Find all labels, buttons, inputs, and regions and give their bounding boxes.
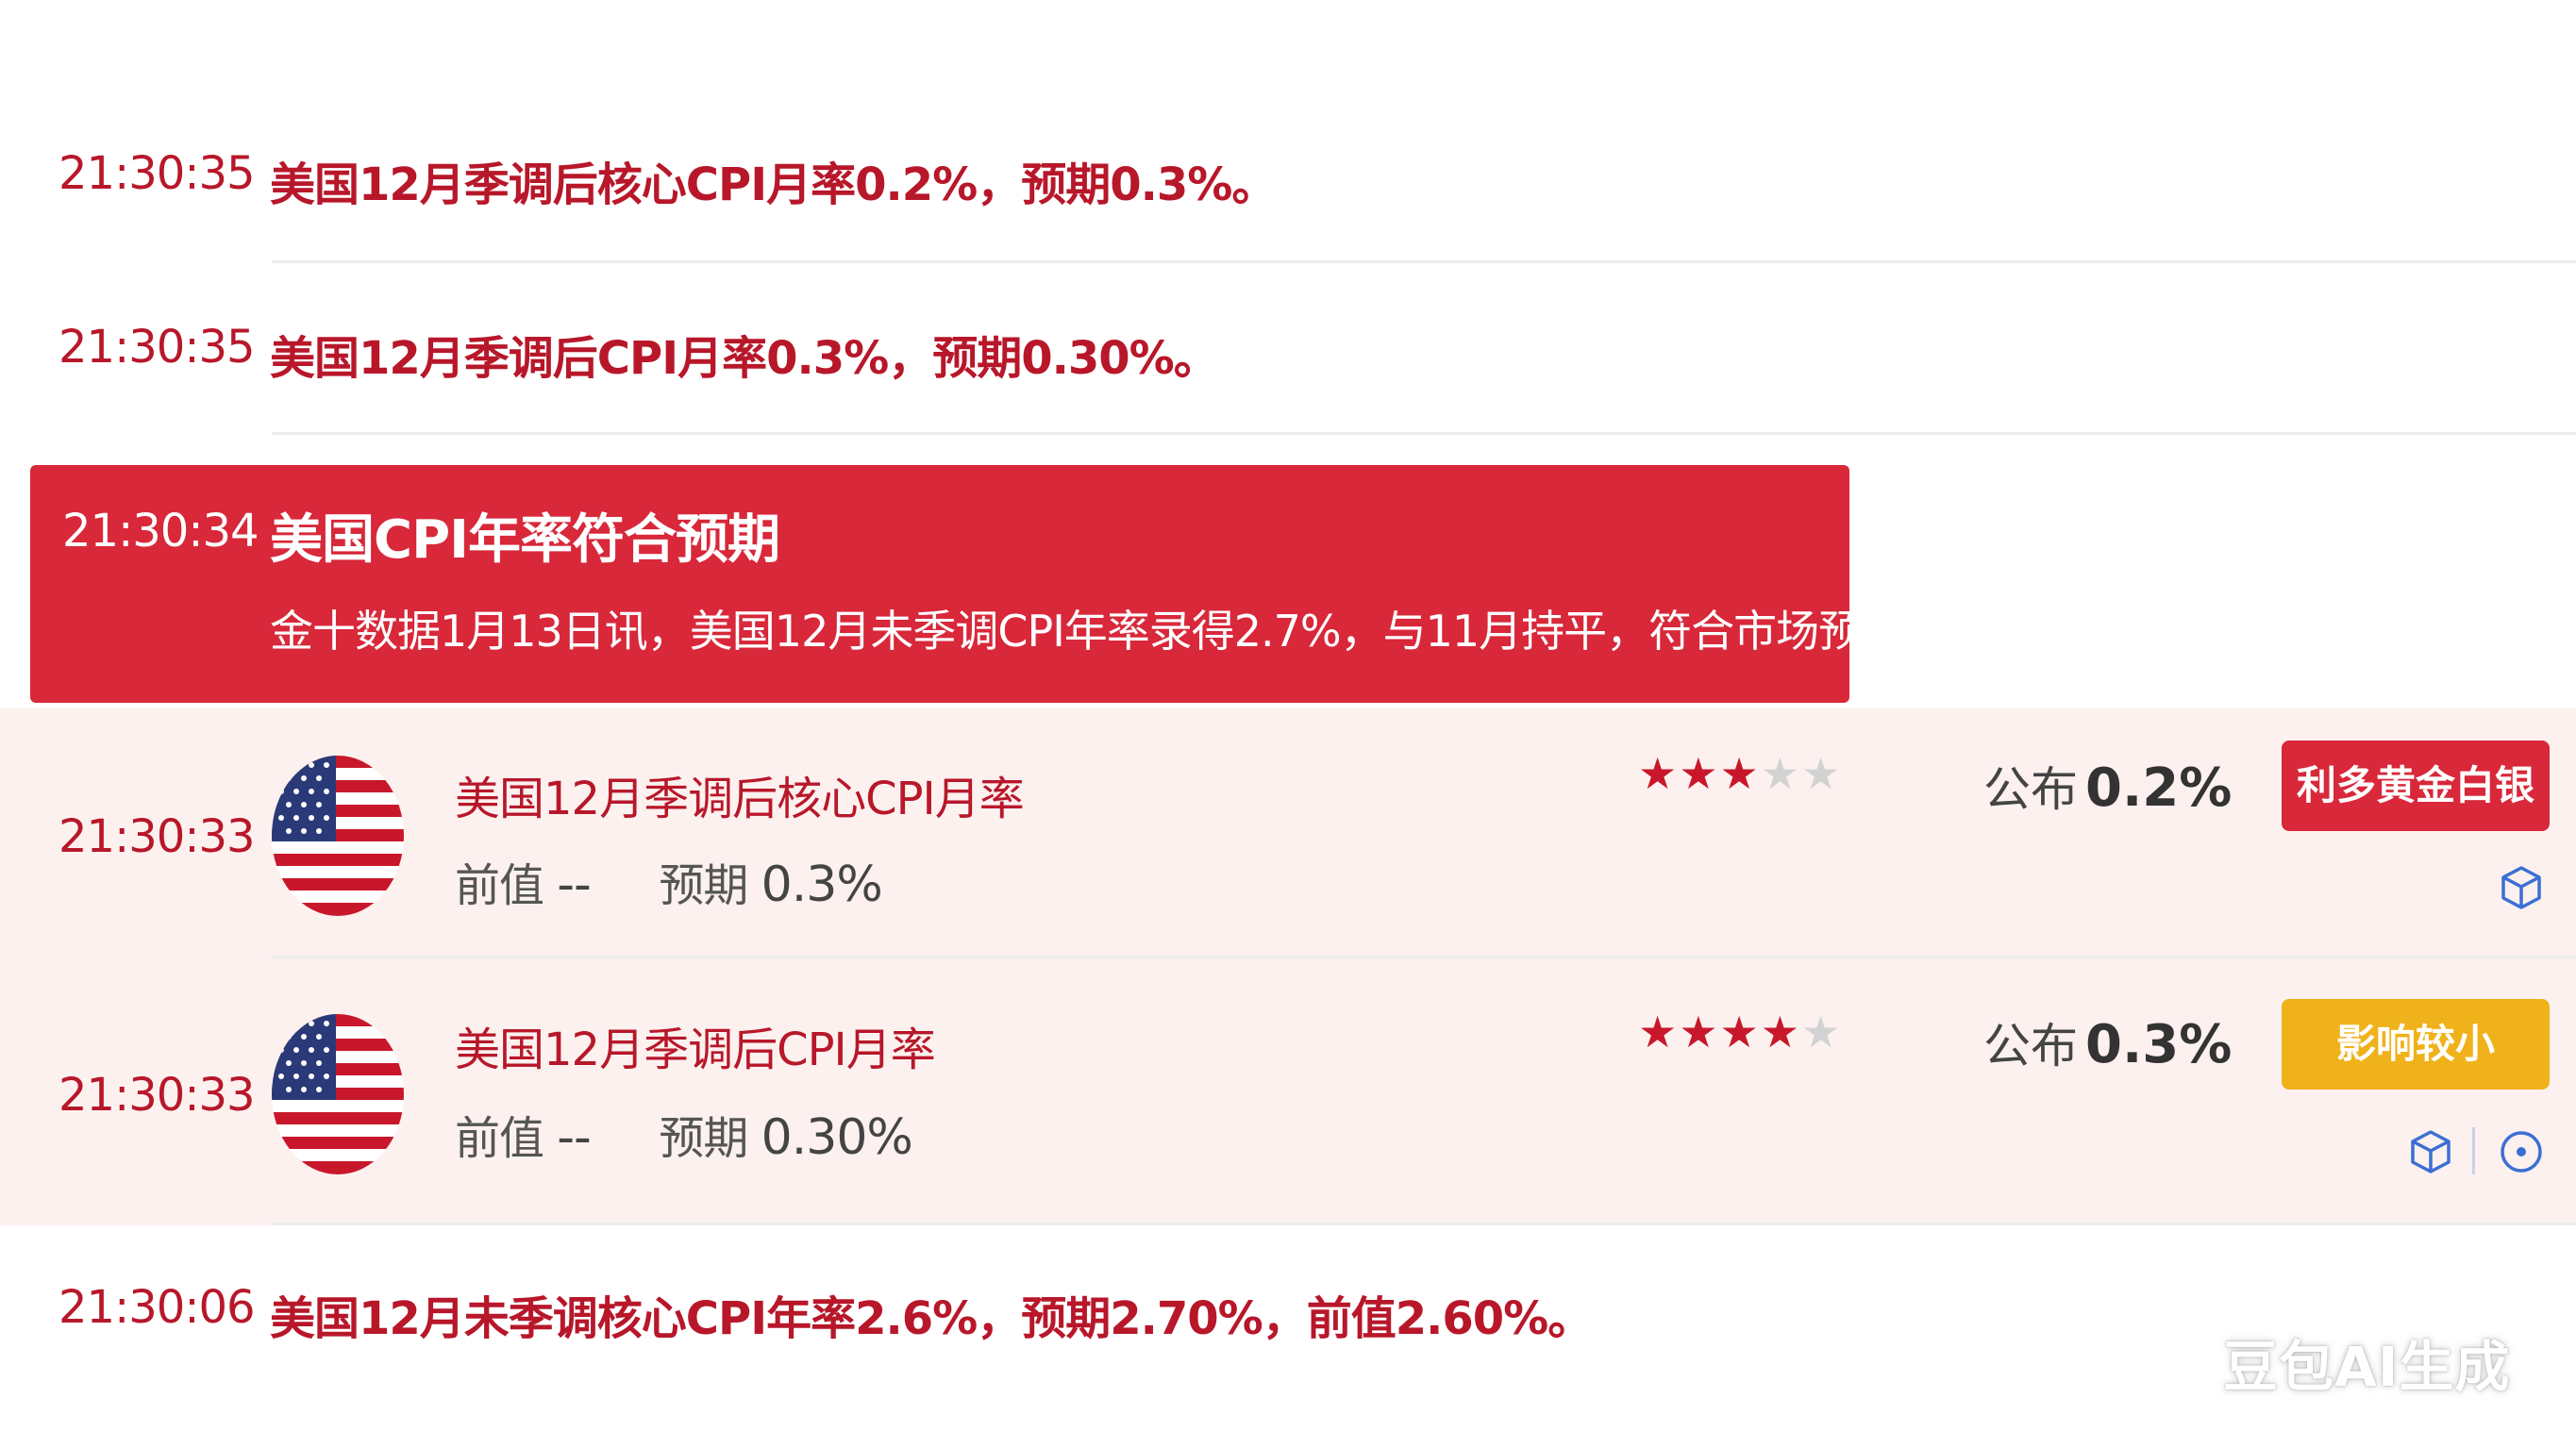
prev-value: -- <box>557 1109 592 1166</box>
data-row[interactable]: 21:30:33 <box>0 708 2576 963</box>
star-empty-icon: ★ <box>1760 748 1801 799</box>
prev-value: -- <box>557 857 592 913</box>
star-filled-icon: ★ <box>1760 1007 1801 1057</box>
indicator-name: 美国12月季调后CPI月率 <box>455 1024 936 1076</box>
news-time: 21:30:35 <box>59 321 256 374</box>
us-flag-icon <box>272 756 404 916</box>
forecast-label: 预期 <box>659 859 748 912</box>
impact-badge[interactable]: 影响较小 <box>2282 999 2550 1090</box>
star-filled-icon: ★ <box>1638 748 1680 799</box>
star-filled-icon: ★ <box>1679 1007 1720 1057</box>
actual-release: 公布 0.2% <box>1983 752 2232 820</box>
actual-value: 0.2% <box>2085 757 2233 819</box>
indicator-sub: 前值 -- 预期 0.30% <box>455 1101 913 1167</box>
star-filled-icon: ★ <box>1638 1007 1680 1057</box>
flash-news-card[interactable]: 21:30:34 美国CPI年率符合预期 金十数据1月13日讯，美国12月未季调… <box>30 465 1904 703</box>
importance-stars: ★★★★★ <box>1638 1007 1842 1057</box>
cube-icon[interactable] <box>2497 863 2546 912</box>
indicator-sub: 前值 -- 预期 0.3% <box>455 848 883 914</box>
divider <box>272 260 2576 263</box>
news-text: 美国12月未季调核心CPI年率2.6%，预期2.70%，前值2.60%。 <box>270 1292 1593 1345</box>
star-filled-icon: ★ <box>1719 748 1761 799</box>
forecast-label: 预期 <box>659 1112 748 1165</box>
data-time: 21:30:33 <box>59 810 256 863</box>
icon-separator <box>2472 1127 2475 1174</box>
indicator-name: 美国12月季调后核心CPI月率 <box>455 773 1025 825</box>
star-empty-icon: ★ <box>1801 1007 1843 1057</box>
divider <box>272 432 2576 435</box>
data-row[interactable]: 21:30:33 <box>0 965 2576 1220</box>
actual-release: 公布 0.3% <box>1983 1008 2232 1076</box>
forecast-value: 0.30% <box>761 1109 913 1166</box>
star-empty-icon: ★ <box>1801 748 1843 799</box>
news-text: 美国12月季调后CPI月率0.3%，预期0.30%。 <box>270 332 1219 385</box>
news-feed-page: 21:30:35 美国12月季调后核心CPI月率0.2%，预期0.3%。 21:… <box>0 0 2576 1448</box>
locate-icon[interactable] <box>2497 1127 2546 1176</box>
prev-label: 前值 <box>455 859 544 912</box>
divider <box>272 1223 2576 1225</box>
flash-body: 金十数据1月13日讯，美国12月未季调CPI年率录得2.7%，与11月持平，符合… <box>270 606 1904 657</box>
star-filled-icon: ★ <box>1679 748 1720 799</box>
impact-badge[interactable]: 利多黄金白银 <box>2282 741 2550 831</box>
data-time: 21:30:33 <box>59 1069 256 1122</box>
forecast-value: 0.3% <box>761 857 883 913</box>
divider <box>272 956 2576 958</box>
us-flag-icon <box>272 1014 404 1174</box>
actual-label: 公布 <box>1983 762 2078 817</box>
watermark: 豆包AI生成 <box>2223 1335 2511 1399</box>
data-release-block: 21:30:33 美国12月季调后核心CPI月率 前值 -- 预期 0.3% ★… <box>0 708 2576 1225</box>
news-text: 美国12月季调后核心CPI月率0.2%，预期0.3%。 <box>270 158 1277 211</box>
news-time: 21:30:35 <box>59 147 256 200</box>
flash-time: 21:30:34 <box>62 505 259 558</box>
news-time: 21:30:06 <box>59 1281 256 1334</box>
actual-label: 公布 <box>1983 1019 2078 1074</box>
actual-value: 0.3% <box>2085 1014 2233 1075</box>
star-filled-icon: ★ <box>1719 1007 1761 1057</box>
cube-icon[interactable] <box>2406 1127 2455 1176</box>
flash-title: 美国CPI年率符合预期 <box>270 509 780 571</box>
importance-stars: ★★★★★ <box>1638 748 1842 799</box>
prev-label: 前值 <box>455 1112 544 1165</box>
